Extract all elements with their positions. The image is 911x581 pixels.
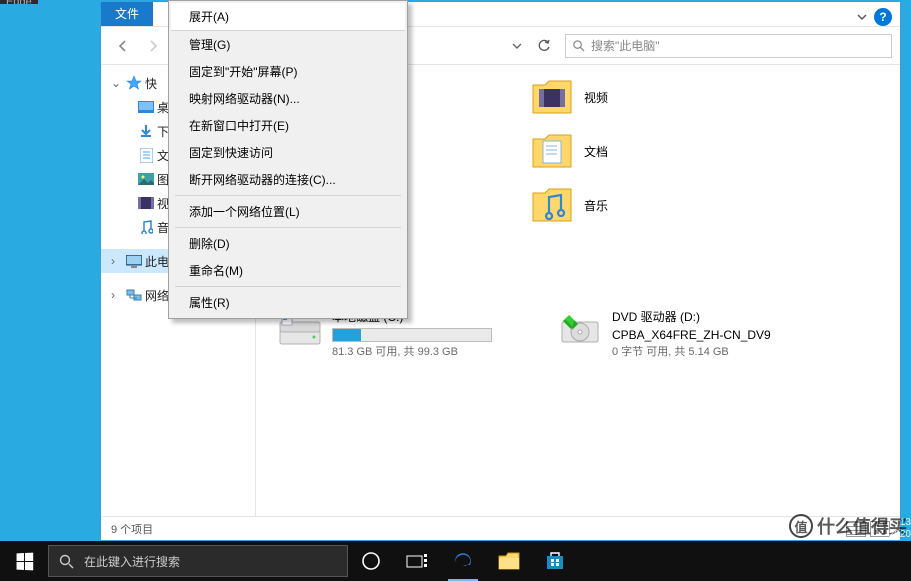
chevron-right-icon: › bbox=[111, 288, 123, 302]
taskbar-app-edge[interactable] bbox=[440, 541, 486, 581]
drive-sub: 81.3 GB 可用, 共 99.3 GB bbox=[332, 344, 492, 361]
nav-back-button[interactable] bbox=[109, 32, 137, 60]
menu-item-properties[interactable]: 属性(R) bbox=[171, 289, 405, 316]
menu-separator bbox=[175, 195, 401, 196]
menu-item-manage[interactable]: 管理(G) bbox=[171, 31, 405, 58]
document-icon bbox=[137, 147, 155, 163]
taskbar-search-placeholder: 在此键入进行搜索 bbox=[84, 553, 180, 570]
task-view-button[interactable] bbox=[394, 541, 440, 581]
menu-separator bbox=[175, 286, 401, 287]
music-icon bbox=[137, 219, 155, 235]
network-icon bbox=[125, 287, 143, 303]
drive-d[interactable]: DVD 驱动器 (D:) CPBA_X64FRE_ZH-CN_DV9 0 字节 … bbox=[558, 308, 808, 361]
chevron-right-icon: › bbox=[111, 254, 123, 268]
desktop-icon bbox=[137, 99, 155, 115]
folder-music-icon bbox=[530, 183, 574, 227]
menu-item-pin-start[interactable]: 固定到"开始"屏幕(P) bbox=[171, 58, 405, 85]
folder-label: 视频 bbox=[584, 89, 608, 106]
pc-icon bbox=[125, 253, 143, 269]
help-icon[interactable]: ? bbox=[874, 8, 892, 26]
status-bar: 9 个项目 bbox=[101, 516, 900, 540]
folder-documents[interactable]: 文档 bbox=[530, 127, 760, 175]
drive-volume-label: CPBA_X64FRE_ZH-CN_DV9 bbox=[612, 326, 771, 344]
search-input[interactable]: 搜索"此电脑" bbox=[565, 34, 892, 58]
drive-sub: 0 字节 可用, 共 5.14 GB bbox=[612, 344, 771, 361]
taskbar-app-store[interactable] bbox=[532, 541, 578, 581]
folder-docs-icon bbox=[530, 129, 574, 173]
menu-separator bbox=[175, 227, 401, 228]
addr-dropdown-icon[interactable] bbox=[503, 32, 531, 60]
menu-item-disconnect[interactable]: 断开网络驱动器的连接(C)... bbox=[171, 166, 405, 193]
taskbar-search-input[interactable]: 在此键入进行搜索 bbox=[48, 545, 348, 577]
taskbar-app-explorer[interactable] bbox=[486, 541, 532, 581]
folder-videos[interactable]: 视频 bbox=[530, 73, 760, 121]
menu-item-new-window[interactable]: 在新窗口中打开(E) bbox=[171, 112, 405, 139]
video-icon bbox=[137, 195, 155, 211]
desktop: Edge ? 文件 搜索"此电脑" ⌄ bbox=[0, 0, 911, 581]
menu-item-rename[interactable]: 重命名(M) bbox=[171, 257, 405, 284]
menu-item-add-location[interactable]: 添加一个网络位置(L) bbox=[171, 198, 405, 225]
ribbon-tab-file[interactable]: 文件 bbox=[101, 2, 153, 26]
context-menu: 展开(A) 管理(G) 固定到"开始"屏幕(P) 映射网络驱动器(N)... 在… bbox=[168, 0, 408, 319]
chevron-down-icon: ⌄ bbox=[111, 76, 123, 90]
taskbar: 在此键入进行搜索 bbox=[0, 541, 911, 581]
dvd-icon bbox=[558, 308, 602, 352]
drive-capacity-bar bbox=[332, 328, 492, 342]
watermark-icon: 值 bbox=[789, 514, 813, 538]
folder-music[interactable]: 音乐 bbox=[530, 181, 760, 229]
folder-video-icon bbox=[530, 75, 574, 119]
search-icon bbox=[572, 39, 585, 52]
menu-item-map-drive[interactable]: 映射网络驱动器(N)... bbox=[171, 85, 405, 112]
start-button[interactable] bbox=[0, 541, 48, 581]
menu-item-delete[interactable]: 删除(D) bbox=[171, 230, 405, 257]
cortana-button[interactable] bbox=[348, 541, 394, 581]
download-icon bbox=[137, 123, 155, 139]
nav-forward-button[interactable] bbox=[139, 32, 167, 60]
edge-window-hint: Edge bbox=[0, 0, 38, 4]
sidebar-item-label: 网络 bbox=[145, 287, 169, 304]
menu-item-expand[interactable]: 展开(A) bbox=[171, 3, 405, 31]
folder-label: 文档 bbox=[584, 143, 608, 160]
picture-icon bbox=[137, 171, 155, 187]
star-icon bbox=[125, 75, 143, 91]
clock-hint: 13 2020 bbox=[889, 517, 911, 541]
menu-item-pin-quick[interactable]: 固定到快速访问 bbox=[171, 139, 405, 166]
ribbon-expand-icon[interactable] bbox=[856, 11, 868, 23]
drive-name: DVD 驱动器 (D:) bbox=[612, 308, 771, 326]
sidebar-item-label: 快 bbox=[145, 75, 157, 92]
folder-label: 音乐 bbox=[584, 197, 608, 214]
search-placeholder: 搜索"此电脑" bbox=[591, 37, 660, 54]
status-item-count: 9 个项目 bbox=[111, 521, 153, 537]
windows-logo-icon bbox=[16, 552, 33, 570]
search-icon bbox=[59, 554, 74, 569]
refresh-button[interactable] bbox=[533, 35, 555, 57]
